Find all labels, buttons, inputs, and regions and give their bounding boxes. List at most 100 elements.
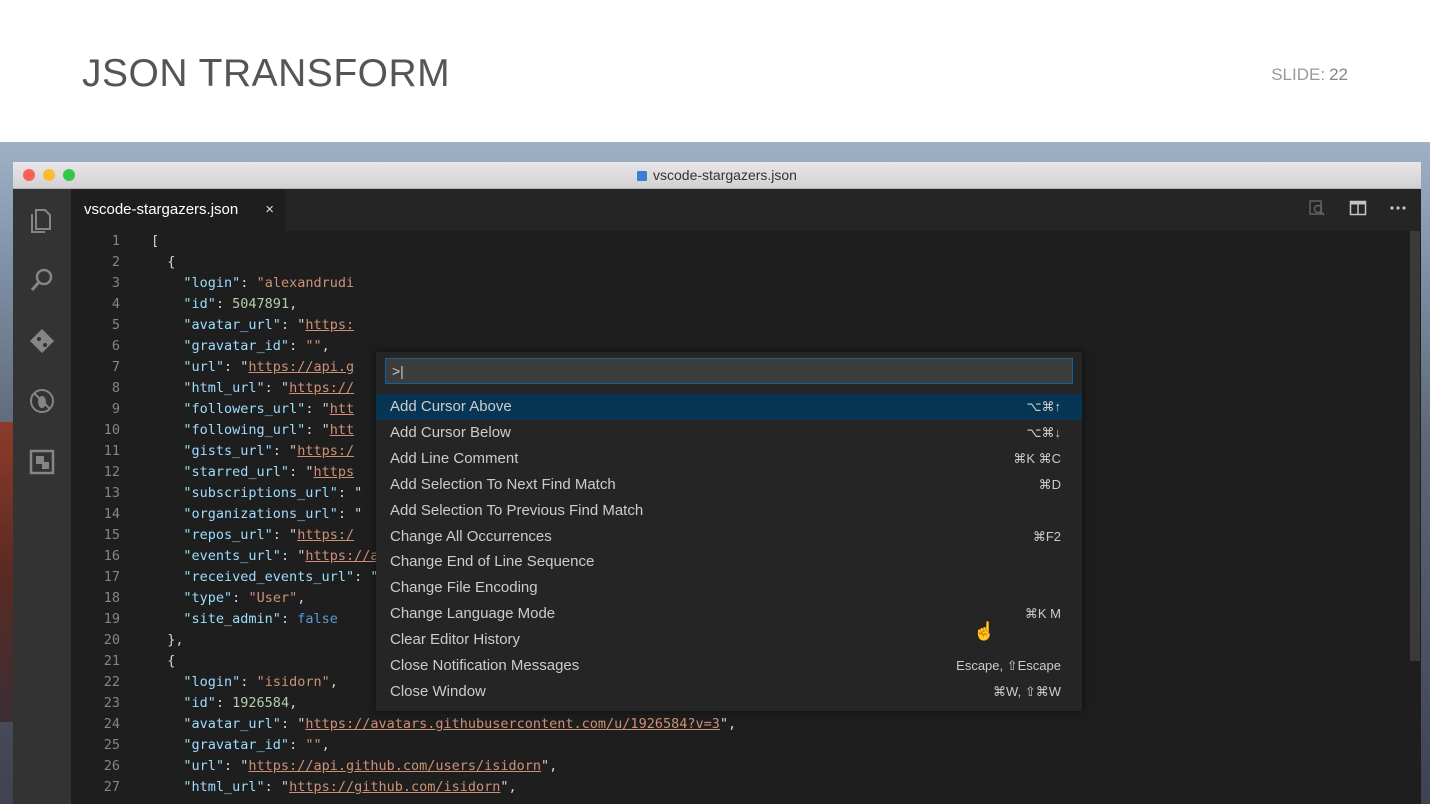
line-number: 6 [111, 338, 120, 354]
split-editor-icon[interactable] [1347, 199, 1369, 222]
code-token: : [240, 674, 257, 690]
code-line: 3 "login": "alexandrudi [71, 273, 1411, 294]
code-token: : " [305, 422, 330, 438]
code-token: "starred_url" [183, 464, 290, 480]
code-token: https:/ [297, 443, 355, 459]
vscode-window: vscode-stargazers.json vscode-stargazers… [13, 162, 1421, 804]
command-item[interactable]: Close Notification Messages Escape, ⇧Esca… [376, 653, 1082, 679]
command-item[interactable]: Change File Encoding [376, 575, 1082, 601]
tab-vscode-stargazers[interactable]: vscode-stargazers.json × [71, 189, 285, 231]
line-number: 3 [111, 275, 120, 291]
code-token: https://avatars.githubusercontent.com/u/… [305, 716, 720, 732]
command-item[interactable]: Change All Occurrences ⌘F2 [376, 524, 1082, 550]
line-number: 4 [111, 296, 120, 312]
command-item[interactable]: Change End of Line Sequence [376, 549, 1082, 575]
code-token: : [232, 590, 249, 606]
slide-number-value: 22 [1329, 65, 1348, 84]
debug-icon[interactable] [27, 387, 57, 417]
code-token: "" [305, 737, 322, 753]
code-token: "gravatar_id" [183, 338, 290, 354]
line-number: 10 [103, 422, 120, 438]
code-token: htt [329, 401, 355, 417]
line-number: 1 [111, 233, 120, 249]
command-keybinding: ⌘K M [1024, 606, 1061, 622]
command-item[interactable]: Add Line Comment ⌘K ⌘C [376, 446, 1082, 472]
code-token: https [313, 464, 355, 480]
slide-number-label: SLIDE: [1271, 65, 1326, 84]
code-token: : [215, 695, 233, 711]
command-keybinding: ⌥⌘↑ [1026, 399, 1061, 414]
command-keybinding: ⌘K ⌘C [1013, 450, 1061, 466]
command-label: Add Cursor Above [390, 398, 512, 415]
code-token: "url" [183, 758, 225, 774]
code-line: 5 "avatar_url": "https: [71, 315, 1411, 336]
code-token: "" [305, 338, 322, 354]
line-number: 14 [103, 506, 120, 522]
code-token: : " [337, 485, 363, 501]
git-icon[interactable] [27, 327, 57, 357]
code-token: { [167, 254, 176, 270]
code-token: https:/ [297, 527, 355, 543]
code-token: false [297, 611, 338, 627]
code-text: "gravatar_id": "", [183, 735, 329, 756]
code-token: "followers_url" [183, 401, 306, 417]
command-label: Change Language Mode [390, 605, 556, 623]
editor-scrollbar[interactable] [1407, 231, 1421, 804]
code-text: }, [167, 630, 183, 651]
code-token: ", [500, 779, 517, 795]
line-number: 27 [103, 779, 120, 795]
code-text: "url": "https://api.g [183, 357, 354, 378]
line-number: 22 [103, 674, 120, 690]
code-token: : " [272, 527, 298, 543]
code-token: [ [151, 233, 160, 249]
explorer-icon[interactable] [27, 207, 57, 237]
code-token: 1926584 [232, 695, 290, 711]
code-line: 24 "avatar_url": "https://avatars.githubu… [71, 714, 1411, 735]
code-token: ", [541, 758, 558, 774]
code-token: https:// [289, 380, 355, 396]
line-number: 18 [103, 590, 120, 606]
code-token: , [289, 695, 298, 711]
command-item[interactable]: Add Selection To Previous Find Match [376, 498, 1082, 524]
code-text: "type": "User", [183, 588, 305, 609]
code-token: "organizations_url" [183, 506, 338, 522]
extensions-icon[interactable] [27, 447, 57, 477]
line-number: 20 [103, 632, 120, 648]
search-icon[interactable] [27, 267, 57, 297]
line-number: 8 [111, 380, 120, 396]
command-label: Change All Occurrences [390, 527, 552, 545]
code-token: : " [280, 716, 306, 732]
vscode-file-icon [637, 171, 648, 181]
open-preview-icon[interactable] [1306, 199, 1328, 222]
more-actions-icon[interactable] [1387, 199, 1409, 222]
code-token: : " [264, 779, 290, 795]
command-keybinding: ⌥⌘↓ [1026, 424, 1061, 440]
command-item[interactable]: Add Selection To Next Find Match ⌘D [376, 472, 1082, 498]
code-text: "avatar_url": "https: [183, 315, 354, 336]
code-token: "id" [183, 296, 216, 312]
code-text: "repos_url": "https:/ [183, 525, 354, 546]
command-label: Add Selection To Next Find Match [390, 475, 616, 493]
command-item[interactable]: Add Cursor Below ⌥⌘↓ [376, 420, 1082, 446]
code-text: "site_admin": false [183, 609, 337, 630]
code-token: : [289, 737, 306, 753]
code-token: "site_admin" [183, 611, 281, 627]
command-label: Change File Encoding [390, 579, 538, 597]
code-token: }, [167, 632, 184, 648]
code-line: 4 "id": 5047891, [71, 294, 1411, 315]
editor-actions [1292, 199, 1409, 222]
code-text: "login": "isidorn", [183, 672, 337, 693]
command-palette-input[interactable]: >| [385, 358, 1073, 384]
close-tab-icon[interactable]: × [265, 189, 274, 231]
code-token: "received_events_url" [183, 569, 355, 585]
code-text: "organizations_url": " [183, 504, 362, 525]
title-bar[interactable]: vscode-stargazers.json [13, 162, 1421, 189]
command-item[interactable]: Add Cursor Above ⌥⌘↑ [376, 394, 1082, 420]
code-token: "subscriptions_url" [183, 485, 338, 501]
line-number: 7 [111, 359, 120, 375]
code-token: "alexandrudi [256, 275, 355, 291]
tab-label: vscode-stargazers.json [84, 201, 239, 218]
code-token: : " [354, 569, 379, 585]
code-text: "html_url": "https://github.com/isidorn"… [183, 777, 516, 798]
command-item[interactable]: Close Window ⌘W, ⇧⌘W [376, 679, 1082, 705]
